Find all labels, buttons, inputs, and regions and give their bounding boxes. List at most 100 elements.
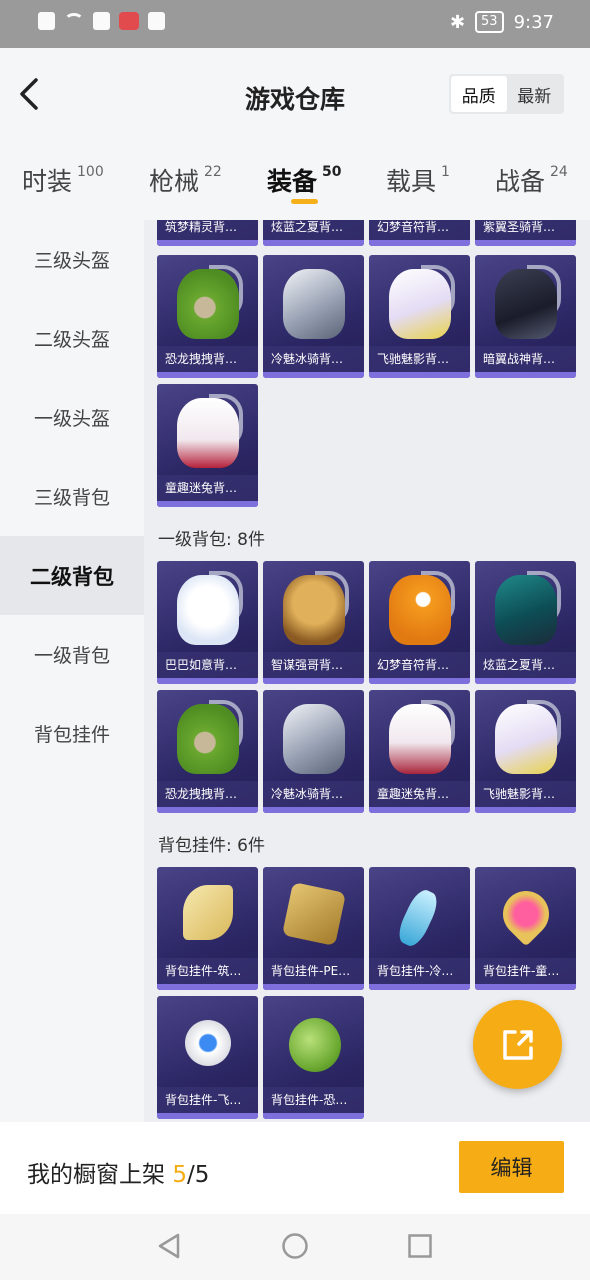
item-name: 背包挂件-恐… xyxy=(263,1087,364,1113)
sidebar-item-backpack-charm[interactable]: 背包挂件 xyxy=(0,694,144,773)
tab-count: 22 xyxy=(204,164,222,180)
charm-icon xyxy=(393,886,443,950)
item-card[interactable]: 冷魅冰骑背… xyxy=(263,690,364,813)
backpack-icon xyxy=(389,575,451,645)
item-card[interactable]: 背包挂件-筑… xyxy=(157,867,258,990)
backpack-icon xyxy=(283,575,345,645)
share-icon xyxy=(502,1029,533,1060)
charm-icon xyxy=(183,885,233,940)
item-name: 冷魅冰骑背… xyxy=(263,346,364,372)
tab-equipment[interactable]: 装备 50 xyxy=(267,162,342,198)
backpack-icon xyxy=(177,269,239,339)
clock: 9:37 xyxy=(513,11,554,33)
item-card[interactable]: 背包挂件-飞… xyxy=(157,996,258,1119)
item-card[interactable]: 童趣迷兔背… xyxy=(157,384,258,507)
tab-label: 枪械 xyxy=(149,167,200,196)
nav-recents-icon[interactable] xyxy=(407,1232,433,1260)
sort-toggle: 品质 最新 xyxy=(449,74,564,114)
status-icons-left xyxy=(38,12,165,30)
item-card[interactable]: 背包挂件-童… xyxy=(475,867,576,990)
backpack-icon xyxy=(177,398,239,468)
item-name: 智谋强哥背… xyxy=(263,652,364,678)
section-title: 背包挂件: 6件 xyxy=(158,836,265,856)
item-card[interactable]: 幻梦音符背… xyxy=(369,561,470,684)
tab-vehicles[interactable]: 载具 1 xyxy=(386,162,450,198)
item-card[interactable]: 恐龙拽拽背… xyxy=(157,255,258,378)
tab-guns[interactable]: 枪械 22 xyxy=(149,162,222,198)
sidebar-item-level3-helmet[interactable]: 三级头盔 xyxy=(0,220,144,299)
edit-button[interactable]: 编辑 xyxy=(459,1141,564,1193)
item-card[interactable]: 巴巴如意背… xyxy=(157,561,258,684)
sim-icon xyxy=(93,12,110,30)
header: 游戏仓库 品质 最新 xyxy=(0,48,590,144)
item-card[interactable]: 童趣迷兔背… xyxy=(369,690,470,813)
item-card[interactable]: 飞驰魅影背… xyxy=(369,255,470,378)
status-icons-right: ✱ 53 9:37 xyxy=(450,11,554,33)
showcase-label: 我的橱窗上架 xyxy=(27,1162,173,1188)
backpack-icon xyxy=(389,704,451,774)
sidebar-item-level2-helmet[interactable]: 二级头盔 xyxy=(0,299,144,378)
item-name: 飞驰魅影背… xyxy=(369,346,470,372)
item-card[interactable]: 炫蓝之夏背… xyxy=(475,561,576,684)
showcase-status: 我的橱窗上架 5/5 xyxy=(27,1155,209,1189)
item-card[interactable]: 背包挂件-PE… xyxy=(263,867,364,990)
sidebar-item-level1-helmet[interactable]: 一级头盔 xyxy=(0,378,144,457)
showcase-bar: 我的橱窗上架 5/5 编辑 xyxy=(0,1122,590,1214)
item-name: 暗翼战神背… xyxy=(475,346,576,372)
backpack-icon xyxy=(177,575,239,645)
sidebar: 三级头盔 二级头盔 一级头盔 三级背包 二级背包 一级背包 背包挂件 xyxy=(0,220,144,1122)
wifi-icon xyxy=(64,13,84,29)
nav-home-icon[interactable] xyxy=(281,1232,309,1260)
item-card[interactable]: 飞驰魅影背… xyxy=(475,690,576,813)
backpack-icon xyxy=(495,704,557,774)
sort-quality-button[interactable]: 品质 xyxy=(451,76,507,112)
item-card[interactable]: 背包挂件-冷… xyxy=(369,867,470,990)
tab-supplies[interactable]: 战备 24 xyxy=(495,162,568,198)
tab-label: 时装 xyxy=(22,167,73,196)
item-name: 幻梦音符背… xyxy=(369,220,470,240)
item-name: 背包挂件-冷… xyxy=(369,958,470,984)
item-name: 童趣迷兔背… xyxy=(157,475,258,501)
item-card[interactable]: 智谋强哥背… xyxy=(263,561,364,684)
sidebar-item-level3-backpack[interactable]: 三级背包 xyxy=(0,457,144,536)
item-name: 恐龙拽拽背… xyxy=(157,781,258,807)
share-button[interactable] xyxy=(473,1000,562,1089)
charm-icon xyxy=(289,1018,341,1072)
backpack-icon xyxy=(495,575,557,645)
backpack-icon xyxy=(495,269,557,339)
status-bar: ✱ 53 9:37 xyxy=(0,0,590,48)
item-name: 幻梦音符背… xyxy=(369,652,470,678)
nav-back-icon[interactable] xyxy=(156,1232,182,1260)
tab-count: 24 xyxy=(550,164,568,180)
active-tab-indicator xyxy=(291,199,318,204)
item-card[interactable]: 背包挂件-恐… xyxy=(263,996,364,1119)
item-card[interactable]: 恐龙拽拽背… xyxy=(157,690,258,813)
sidebar-item-level2-backpack[interactable]: 二级背包 xyxy=(0,536,144,615)
item-card[interactable]: 冷魅冰骑背… xyxy=(263,255,364,378)
sidebar-item-level1-backpack[interactable]: 一级背包 xyxy=(0,615,144,694)
item-card[interactable]: 炫蓝之夏背… xyxy=(263,220,364,246)
sort-latest-button[interactable]: 最新 xyxy=(507,76,563,112)
item-name: 炫蓝之夏背… xyxy=(263,220,364,240)
backpack-icon xyxy=(177,704,239,774)
tab-count: 50 xyxy=(322,164,342,180)
system-nav-bar xyxy=(0,1214,590,1280)
item-name: 背包挂件-PE… xyxy=(263,958,364,984)
item-grid: 筑梦精灵背… 炫蓝之夏背… 幻梦音符背… 紫翼圣骑背… 恐龙拽拽背… 冷魅冰骑背… xyxy=(144,220,590,1122)
app-notification-icon xyxy=(119,12,139,30)
item-card[interactable]: 紫翼圣骑背… xyxy=(475,220,576,246)
item-card[interactable]: 暗翼战神背… xyxy=(475,255,576,378)
tab-label: 战备 xyxy=(495,167,546,196)
backpack-icon xyxy=(283,269,345,339)
item-card[interactable]: 幻梦音符背… xyxy=(369,220,470,246)
backpack-icon xyxy=(389,269,451,339)
showcase-total: /5 xyxy=(186,1162,210,1188)
section-title: 一级背包: 8件 xyxy=(158,530,265,550)
charm-icon xyxy=(185,1020,231,1066)
tab-label: 载具 xyxy=(386,167,437,196)
item-card[interactable]: 筑梦精灵背… xyxy=(157,220,258,246)
charm-icon xyxy=(493,881,559,947)
tab-fashion[interactable]: 时装 100 xyxy=(22,162,104,198)
item-name: 背包挂件-飞… xyxy=(157,1087,258,1113)
alert-icon xyxy=(38,12,55,30)
